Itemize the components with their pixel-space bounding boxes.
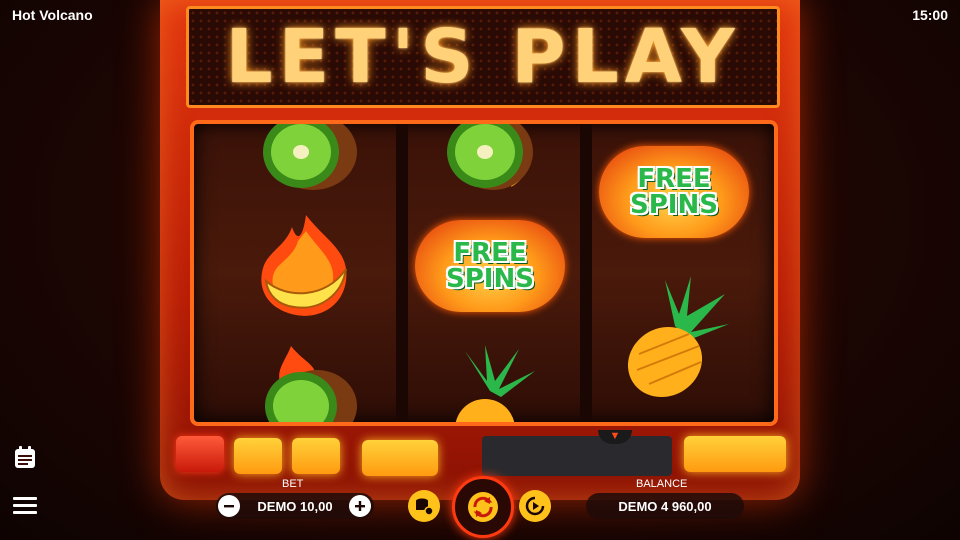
- control-bar: BET DEMO 10,00 BALANCE DEMO 4 960,00: [0, 474, 960, 540]
- coin-slot: [482, 436, 672, 476]
- decrease-bet-button[interactable]: [218, 495, 240, 517]
- pineapple-icon: [627, 276, 729, 398]
- free-spins-text: FREE: [453, 238, 527, 268]
- top-bar: Hot Volcano 15:00: [0, 0, 960, 30]
- free-spins-badge: FREE SPINS: [415, 220, 565, 312]
- spin-icon: [468, 492, 498, 522]
- kiwi-symbol: [216, 124, 396, 202]
- reel-3: FREE SPINS: [584, 124, 764, 422]
- flaming-banana-symbol: [216, 215, 396, 316]
- reel-1: [216, 124, 396, 422]
- balance-label: BALANCE: [636, 478, 688, 490]
- autoplay-icon: [525, 496, 545, 516]
- cabinet-button: [362, 440, 438, 476]
- free-spins-symbol: FREE SPINS: [400, 216, 580, 316]
- kiwi-icon: [265, 346, 357, 422]
- bet-label: BET: [282, 478, 304, 490]
- minus-icon: [224, 505, 234, 508]
- spin-button[interactable]: [452, 476, 514, 538]
- kiwi-symbol: [400, 124, 580, 202]
- free-spins-text: SPINS: [630, 190, 718, 220]
- pineapple-icon: [455, 345, 535, 422]
- pineapple-symbol: [584, 274, 764, 404]
- game-title: Hot Volcano: [12, 7, 93, 23]
- cabinet-button: [292, 438, 340, 474]
- reel-window: FREE SPINS FREE SPINS: [190, 120, 778, 426]
- free-spins-text: SPINS: [446, 264, 534, 294]
- cabinet-button-red: [176, 436, 224, 472]
- balance-display: DEMO 4 960,00: [586, 493, 744, 519]
- free-spins-text: FREE: [637, 164, 711, 194]
- pineapple-symbol: [400, 345, 580, 422]
- cabinet-button: [234, 438, 282, 474]
- bet-value: DEMO 10,00: [257, 498, 333, 514]
- plus-icon: [355, 501, 365, 511]
- clock: 15:00: [912, 7, 948, 23]
- cabinet-button-wide: [684, 436, 786, 472]
- history-button[interactable]: [12, 445, 38, 471]
- kiwi-icon: [447, 124, 533, 190]
- banana-icon: [261, 215, 347, 316]
- history-icon: [15, 446, 35, 468]
- autoplay-button[interactable]: [519, 490, 551, 522]
- reel-2: FREE SPINS: [400, 124, 580, 422]
- coin-settings-icon: [416, 498, 434, 516]
- free-spins-badge: FREE SPINS: [599, 146, 749, 238]
- balance-value: DEMO 4 960,00: [618, 498, 712, 514]
- kiwi-symbol: [216, 346, 396, 422]
- kiwi-icon: [263, 124, 357, 190]
- increase-bet-button[interactable]: [349, 495, 371, 517]
- coin-settings-button[interactable]: [408, 490, 440, 522]
- free-spins-symbol: FREE SPINS: [584, 142, 764, 242]
